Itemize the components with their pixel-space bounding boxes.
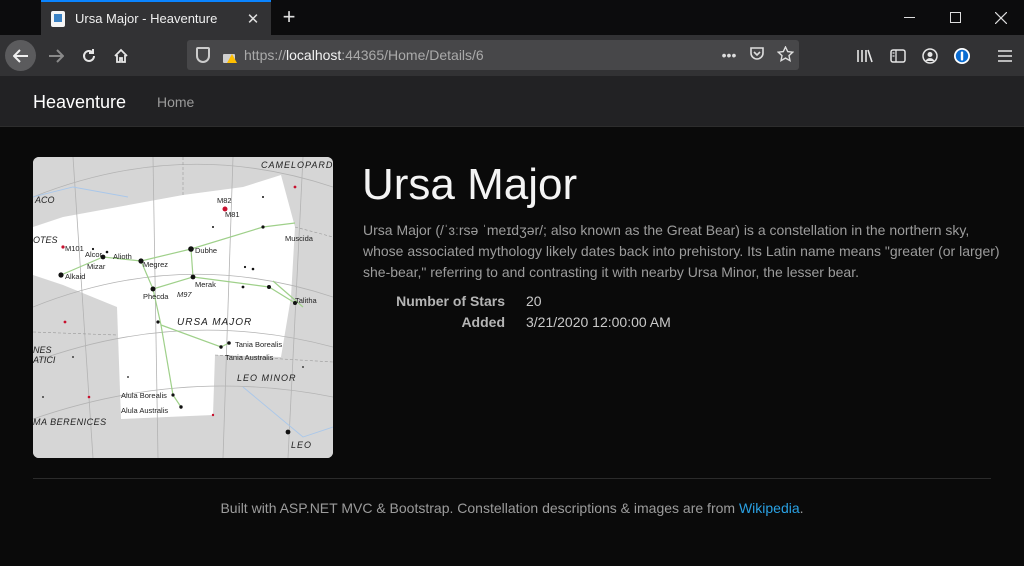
page-content: Heaventure Home CAMELOPARD ACO OTES URSA…: [0, 76, 1024, 566]
chart-star-label: M97: [177, 290, 192, 299]
pocket-icon[interactable]: [743, 46, 771, 64]
address-bar[interactable]: https://localhost:44365/Home/Details/6 •…: [187, 40, 799, 70]
detail-value: 20: [526, 293, 542, 309]
tab-strip: Ursa Major - Heaventure ✕ +: [0, 0, 1024, 35]
constellation-description: Ursa Major (/ˈɜːrsə ˈmeɪdʒər/; also know…: [363, 222, 1000, 280]
sidebar-button[interactable]: [882, 40, 913, 71]
chart-star-label: M81: [225, 210, 240, 219]
chart-star-label: Phecda: [143, 292, 169, 301]
new-tab-button[interactable]: +: [276, 4, 302, 30]
chart-label-leo: LEO: [291, 440, 312, 450]
maximize-window-button[interactable]: [932, 0, 978, 35]
tracking-protection-shield-icon[interactable]: [196, 47, 210, 63]
chart-label-canes-2: ATICI: [33, 355, 56, 365]
detail-row-number-of-stars: Number of Stars 20: [363, 291, 763, 312]
library-icon: [856, 49, 873, 62]
details-list: Number of Stars 20 Added 3/21/2020 12:00…: [363, 291, 763, 333]
minimize-window-button[interactable]: [886, 0, 932, 35]
navigation-toolbar: https://localhost:44365/Home/Details/6 •…: [0, 35, 1024, 76]
site-navbar: Heaventure Home: [0, 76, 1024, 127]
chart-label-canes: NES: [33, 345, 52, 355]
open-menu-button[interactable]: [989, 40, 1020, 71]
chart-star-label: Dubhe: [195, 246, 217, 255]
page-favicon-icon: [51, 10, 65, 27]
chart-star-label: Megrez: [143, 260, 168, 269]
maximize-icon: [949, 12, 961, 23]
hamburger-menu-icon: [997, 49, 1012, 62]
chart-label-camelopardalis: CAMELOPARD: [261, 160, 333, 170]
reload-button[interactable]: [73, 40, 104, 71]
chart-star-label: Alkaid: [65, 272, 85, 281]
chart-star-label: M101: [65, 244, 84, 253]
site-brand-link[interactable]: Heaventure: [33, 92, 126, 113]
account-button[interactable]: [914, 40, 945, 71]
detail-label: Number of Stars: [396, 293, 505, 309]
site-footer: Built with ASP.NET MVC & Bootstrap. Cons…: [0, 500, 1024, 516]
account-icon: [921, 47, 938, 64]
close-icon: [995, 11, 1007, 24]
chart-star-label: Alula Australis: [121, 406, 168, 415]
chart-label-bootes: OTES: [33, 235, 58, 245]
home-button[interactable]: [105, 40, 136, 71]
chart-star-label: Alula Borealis: [121, 391, 167, 400]
chart-star-label: Talitha: [295, 296, 318, 305]
back-button[interactable]: [5, 40, 36, 71]
close-window-button[interactable]: [978, 0, 1024, 35]
tab-title: Ursa Major - Heaventure: [75, 11, 218, 26]
chart-star-label: Tania Australis: [225, 353, 274, 362]
footer-text: Built with ASP.NET MVC & Bootstrap. Cons…: [220, 500, 739, 516]
sidebar-icon: [889, 48, 906, 63]
chart-label-draco: ACO: [34, 195, 55, 205]
home-icon: [113, 48, 128, 63]
detail-label: Added: [461, 314, 505, 330]
chart-star-label: Alioth: [113, 252, 132, 261]
footer-divider: [33, 478, 991, 479]
minimize-icon: [903, 17, 915, 18]
chart-star-label: Muscida: [285, 234, 314, 243]
chart-label-berenices: MA BERENICES: [33, 417, 107, 427]
chart-label-leo-minor: LEO MINOR: [237, 373, 297, 383]
insecure-lock-icon[interactable]: [222, 49, 237, 63]
password-manager-icon: [953, 47, 970, 64]
chart-star-label: Tania Borealis: [235, 340, 282, 349]
chart-star-label: Mizar: [87, 262, 106, 271]
chart-label-ursa-major: URSA MAJOR: [177, 317, 252, 328]
arrow-left-icon: [12, 48, 28, 63]
nav-link-home[interactable]: Home: [157, 94, 194, 110]
arrow-right-icon: [48, 48, 64, 63]
library-button[interactable]: [849, 40, 880, 71]
browser-tab[interactable]: Ursa Major - Heaventure ✕: [41, 0, 271, 35]
chart-star-label: Alcor: [85, 250, 103, 259]
forward-button[interactable]: [40, 40, 71, 71]
footer-tail: .: [799, 500, 804, 516]
detail-row-added: Added 3/21/2020 12:00:00 AM: [363, 312, 763, 333]
detail-value: 3/21/2020 12:00:00 AM: [526, 314, 671, 330]
url-text[interactable]: https://localhost:44365/Home/Details/6: [244, 47, 715, 63]
page-actions-icon[interactable]: •••: [715, 47, 743, 63]
constellation-title: Ursa Major: [362, 160, 578, 209]
reload-icon: [82, 48, 95, 62]
constellation-chart-image: CAMELOPARD ACO OTES URSA MAJOR LEO MINOR…: [33, 157, 333, 458]
chart-star-label: M82: [217, 196, 232, 205]
chart-star-label: Merak: [195, 280, 216, 289]
bookmark-star-icon[interactable]: [771, 44, 799, 65]
close-tab-icon[interactable]: ✕: [245, 10, 261, 28]
password-manager-button[interactable]: [946, 40, 977, 71]
wikipedia-link[interactable]: Wikipedia: [739, 500, 800, 516]
